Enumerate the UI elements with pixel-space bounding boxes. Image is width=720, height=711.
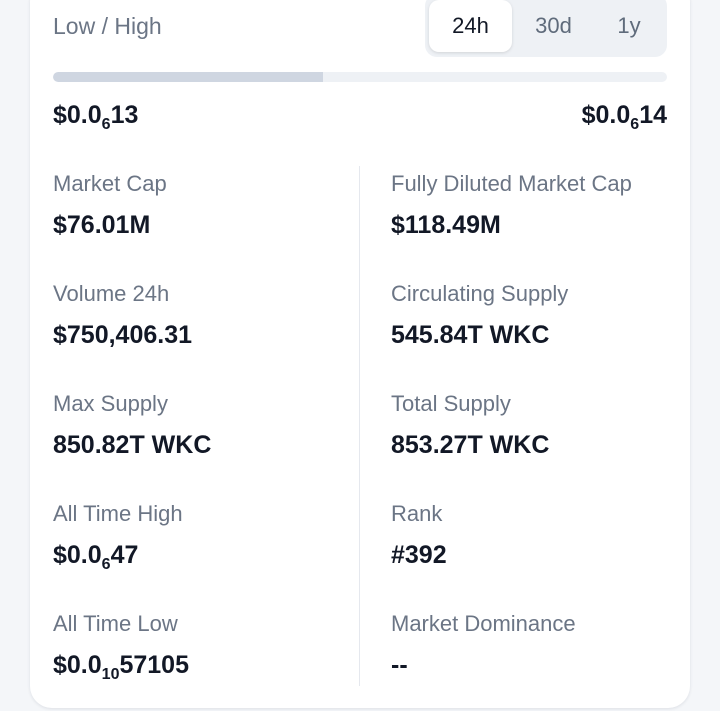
atl-prefix: $0.0 <box>53 651 102 679</box>
stat-label: All Time Low <box>53 611 178 636</box>
stat-label: Market Dominance <box>391 611 576 636</box>
price-range-bar <box>53 72 667 82</box>
stat-circulating-supply: Circulating Supply 545.84T WKC <box>391 281 568 350</box>
stat-value: #392 <box>391 541 447 569</box>
tab-30d[interactable]: 30d <box>512 0 595 52</box>
range-low-digits: 13 <box>110 101 139 129</box>
stat-value: $118.49M <box>391 211 501 239</box>
stat-value: $750,406.31 <box>53 321 193 349</box>
timeframe-selector: 24h 30d 1y <box>425 0 667 57</box>
range-high-prefix: $0.0 <box>581 101 631 129</box>
range-low-price: $0.0613 <box>53 101 139 133</box>
atl-zeros: 10 <box>101 666 120 683</box>
stat-label: Rank <box>391 501 443 526</box>
stat-label: All Time High <box>53 501 183 526</box>
stat-fully-diluted-market-cap: Fully Diluted Market Cap $118.49M <box>391 171 632 240</box>
ath-digits: 47 <box>110 541 139 569</box>
stat-value: $0.01057105 <box>53 651 189 683</box>
tab-24h[interactable]: 24h <box>429 0 512 52</box>
stat-value: 545.84T WKC <box>391 321 550 349</box>
stat-value: $0.0647 <box>53 541 183 573</box>
range-high-price: $0.0614 <box>581 101 667 133</box>
stat-value: $76.01M <box>53 211 151 239</box>
ath-prefix: $0.0 <box>53 541 102 569</box>
column-divider <box>359 166 360 686</box>
stat-label: Circulating Supply <box>391 281 569 306</box>
stat-label: Fully Diluted Market Cap <box>391 171 632 196</box>
stat-value: 853.27T WKC <box>391 431 550 459</box>
stat-label: Market Cap <box>53 171 167 196</box>
price-range-fill <box>53 72 324 82</box>
stat-total-supply: Total Supply 853.27T WKC <box>391 391 549 460</box>
ath-zeros: 6 <box>101 556 111 573</box>
stat-label: Max Supply <box>53 391 168 416</box>
stat-label: Total Supply <box>391 391 511 416</box>
stat-max-supply: Max Supply 850.82T WKC <box>53 391 211 460</box>
range-high-zeros: 6 <box>630 116 640 133</box>
range-low-prefix: $0.0 <box>53 101 102 129</box>
stat-volume-24h: Volume 24h $750,406.31 <box>53 281 192 350</box>
stat-market-cap: Market Cap $76.01M <box>53 171 167 240</box>
range-low-zeros: 6 <box>101 116 111 133</box>
tab-1y[interactable]: 1y <box>595 0 663 52</box>
stat-value: 850.82T WKC <box>53 431 212 459</box>
low-high-label: Low / High <box>53 13 162 39</box>
stat-market-dominance: Market Dominance -- <box>391 611 576 680</box>
stat-label: Volume 24h <box>53 281 170 306</box>
stat-all-time-low: All Time Low $0.01057105 <box>53 611 189 683</box>
stat-value: -- <box>391 651 408 679</box>
stat-all-time-high: All Time High $0.0647 <box>53 501 183 573</box>
stat-rank: Rank #392 <box>391 501 447 570</box>
range-high-digits: 14 <box>639 101 667 129</box>
atl-digits: 57105 <box>119 651 189 679</box>
